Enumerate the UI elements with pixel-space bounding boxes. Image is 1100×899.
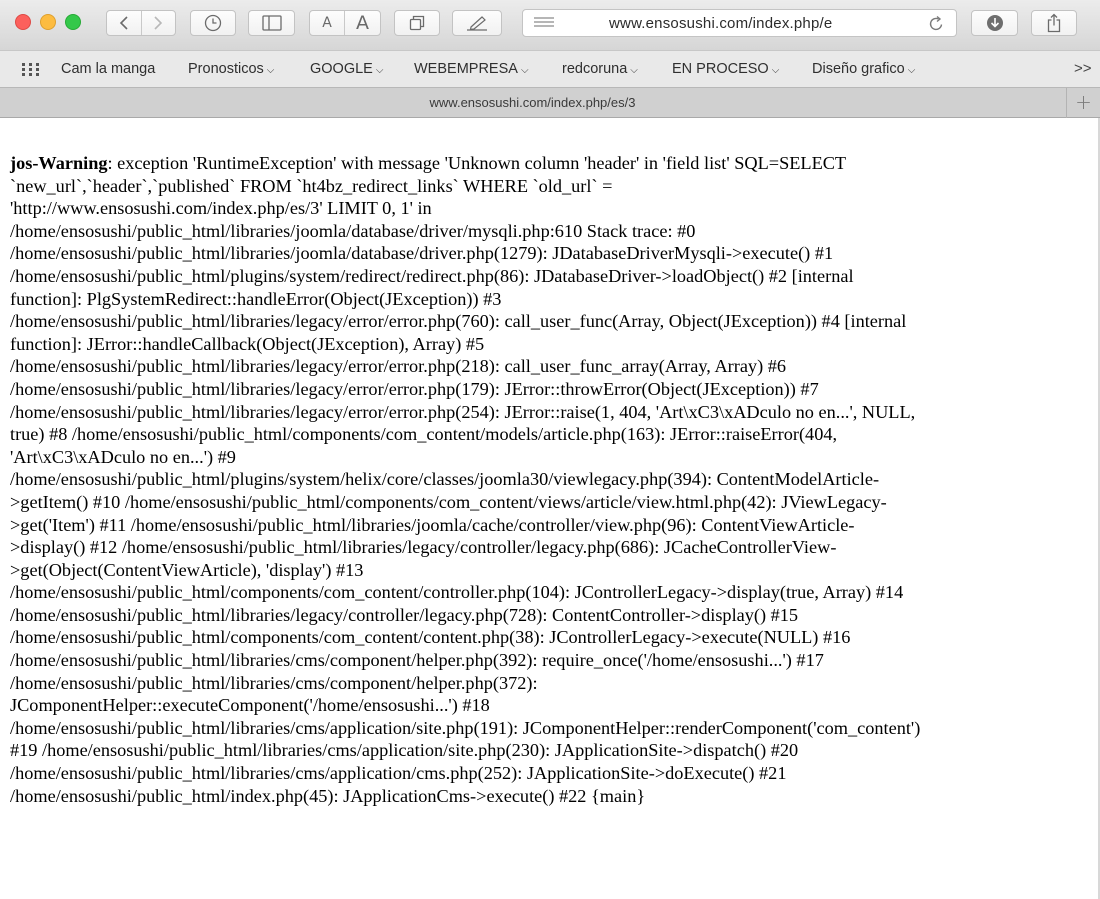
- chevron-down-icon: ⌵: [375, 65, 384, 76]
- sidebar-button[interactable]: [248, 10, 295, 36]
- error-line: /home/ensosushi/public_html/libraries/cm…: [10, 763, 787, 784]
- error-line: /home/ensosushi/public_html/libraries/le…: [10, 604, 799, 625]
- tab-bar: www.ensosushi.com/index.php/es/3 +: [0, 87, 1100, 118]
- bookmark-pronosticos[interactable]: Pronosticos ⌵: [188, 61, 274, 77]
- error-line: `new_url`,`header`,`published` FROM `ht4…: [10, 175, 613, 196]
- reader-icon[interactable]: [533, 16, 555, 30]
- tabs-overview-button[interactable]: [394, 10, 440, 36]
- error-line: /home/ensosushi/public_html/libraries/cm…: [10, 672, 538, 693]
- chevron-left-icon: [119, 16, 128, 30]
- error-line: jos-Warning: exception 'RuntimeException…: [10, 153, 847, 173]
- error-line: function]: JError::handleCallback(Object…: [10, 333, 485, 354]
- error-text: jos-Warning: exception 'RuntimeException…: [10, 152, 1095, 807]
- tab-current[interactable]: www.ensosushi.com/index.php/es/3: [0, 88, 1065, 118]
- chevron-down-icon: ⌵: [907, 65, 916, 76]
- new-tab-button[interactable]: +: [1066, 88, 1100, 118]
- share-button[interactable]: [1031, 10, 1077, 36]
- text-size-group: A A: [309, 10, 381, 36]
- error-line: JComponentHelper::executeComponent('/hom…: [10, 695, 490, 716]
- error-line: /home/ensosushi/public_html/libraries/cm…: [10, 717, 921, 738]
- error-line: >getItem() #10 /home/ensosushi/public_ht…: [10, 491, 887, 512]
- error-line: /home/ensosushi/public_html/index.php(45…: [10, 785, 646, 806]
- browser-toolbar: A A www.ensosushi.com/index.php/e: [0, 0, 1100, 50]
- reload-icon[interactable]: [928, 15, 944, 32]
- history-button[interactable]: [190, 10, 236, 36]
- error-line: /home/ensosushi/public_html/libraries/le…: [10, 401, 916, 422]
- bookmark-cam-la-manga[interactable]: Cam la manga: [61, 61, 155, 77]
- text-bigger-button[interactable]: A: [344, 11, 380, 35]
- bookmark-google[interactable]: GOOGLE ⌵: [310, 61, 383, 77]
- error-line: >get('Item') #11 /home/ensosushi/public_…: [10, 514, 855, 535]
- bookmarks-bar: Cam la manga Pronosticos ⌵ GOOGLE ⌵ WEBEMP…: [0, 50, 1100, 87]
- error-line: >display() #12 /home/ensosushi/public_ht…: [10, 537, 837, 558]
- pencil-icon: [467, 16, 487, 31]
- download-icon: [986, 15, 1003, 31]
- bookmarks-overflow-button[interactable]: >>: [1074, 60, 1092, 77]
- warning-label: jos-Warning: [10, 153, 108, 173]
- error-line: 'http://www.ensosushi.com/index.php/es/3…: [10, 198, 432, 219]
- downloads-button[interactable]: [971, 10, 1018, 36]
- text-smaller-button[interactable]: A: [310, 11, 344, 35]
- error-line: /home/ensosushi/public_html/libraries/le…: [10, 356, 787, 377]
- error-line: /home/ensosushi/public_html/components/c…: [10, 627, 851, 648]
- bookmark-diseno-grafico[interactable]: Diseño grafico ⌵: [812, 61, 915, 77]
- clock-icon: [204, 14, 222, 32]
- error-line: >get(Object(ContentViewArticle), 'displa…: [10, 559, 364, 580]
- minimize-window-button[interactable]: [40, 14, 56, 30]
- tabs-overview-icon: [409, 15, 425, 31]
- edit-button[interactable]: [452, 10, 502, 36]
- error-line: 'Art\xC3\xADculo no en...') #9: [10, 446, 236, 467]
- chevron-right-icon: [154, 16, 163, 30]
- forward-button[interactable]: [140, 11, 175, 35]
- address-bar[interactable]: www.ensosushi.com/index.php/e: [522, 9, 957, 37]
- error-line: /home/ensosushi/public_html/plugins/syst…: [10, 469, 880, 490]
- error-line: true) #8 /home/ensosushi/public_html/com…: [10, 424, 838, 445]
- chevron-down-icon: ⌵: [771, 65, 780, 76]
- address-text: www.ensosushi.com/index.php/e: [609, 15, 833, 32]
- back-forward-group: [106, 10, 176, 36]
- grid-icon[interactable]: [22, 63, 40, 76]
- error-line: /home/ensosushi/public_html/libraries/jo…: [10, 243, 834, 264]
- chevron-down-icon: ⌵: [520, 65, 529, 76]
- error-line: /home/ensosushi/public_html/libraries/jo…: [10, 220, 696, 241]
- error-line: /home/ensosushi/public_html/libraries/le…: [10, 311, 907, 332]
- bookmark-redcoruna[interactable]: redcoruna ⌵: [562, 61, 638, 77]
- error-line: function]: PlgSystemRedirect::handleErro…: [10, 288, 502, 309]
- bookmark-webempresa[interactable]: WEBEMPRESA ⌵: [414, 61, 529, 77]
- share-icon: [1047, 13, 1061, 33]
- error-line: /home/ensosushi/public_html/libraries/cm…: [10, 650, 824, 671]
- chevron-down-icon: ⌵: [266, 65, 275, 76]
- error-line: /home/ensosushi/public_html/plugins/syst…: [10, 265, 854, 286]
- error-line: #19 /home/ensosushi/public_html/librarie…: [10, 740, 799, 761]
- maximize-window-button[interactable]: [65, 14, 81, 30]
- close-window-button[interactable]: [15, 14, 31, 30]
- chevron-down-icon: ⌵: [630, 65, 638, 76]
- error-line: /home/ensosushi/public_html/libraries/le…: [10, 378, 819, 399]
- back-button[interactable]: [107, 11, 141, 35]
- sidebar-icon: [261, 15, 282, 31]
- error-line: /home/ensosushi/public_html/components/c…: [10, 582, 904, 603]
- error-message: jos-Warning: exception 'RuntimeException…: [10, 152, 1095, 807]
- bookmark-en-proceso[interactable]: EN PROCESO ⌵: [672, 61, 779, 77]
